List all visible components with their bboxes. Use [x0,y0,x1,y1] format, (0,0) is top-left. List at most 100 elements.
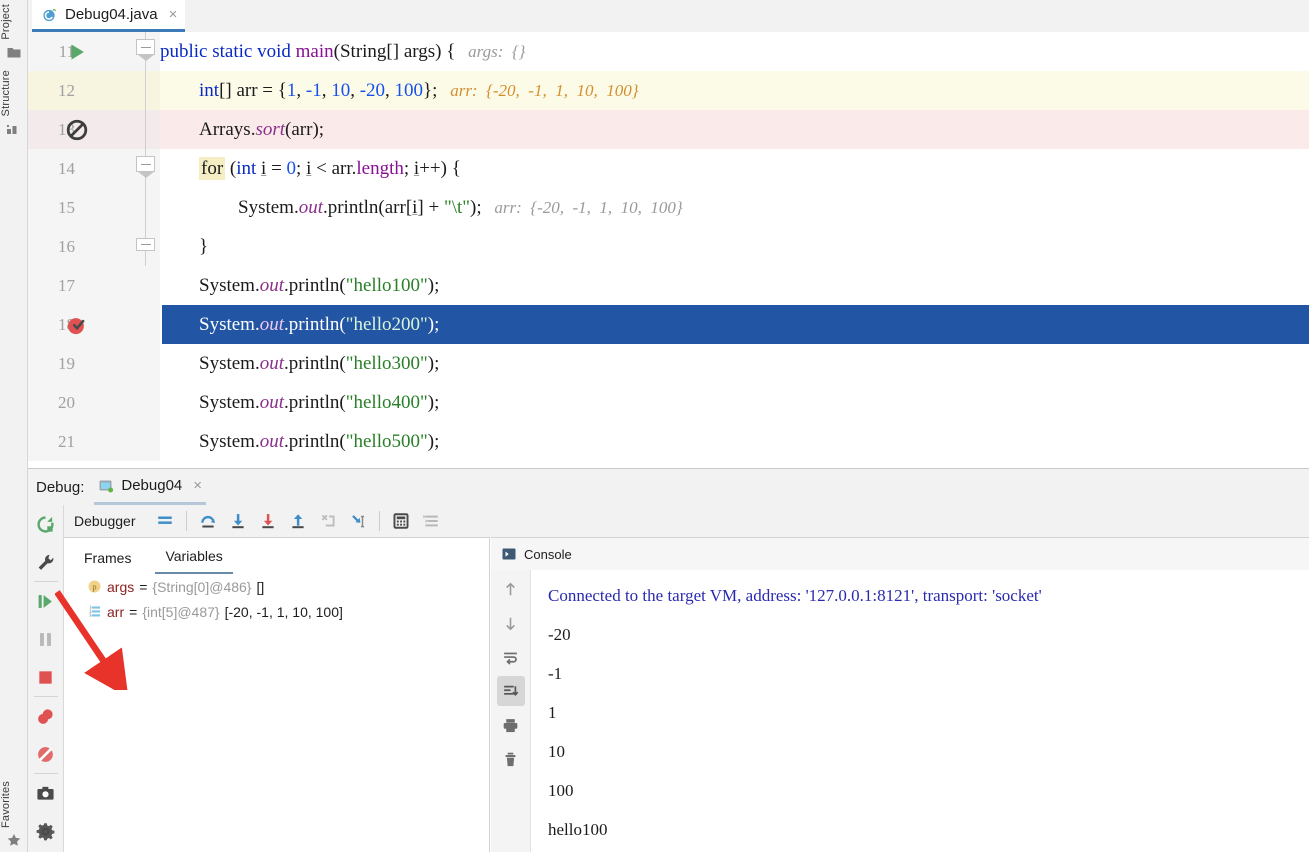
editor-gutter[interactable]: 15 [28,188,131,227]
drop-frame-icon [321,514,335,527]
code-token: }; [423,80,438,101]
editor-gutter[interactable]: 19 [28,344,131,383]
fold-column[interactable] [131,149,160,188]
console-line: hello100 [548,820,608,839]
print-button[interactable] [497,710,525,740]
fold-column[interactable] [131,266,160,305]
close-icon[interactable]: × [169,6,178,23]
breakpoint-verified-icon[interactable] [66,314,88,336]
code-line[interactable]: 13 Arrays.sort(arr); [28,110,1309,149]
breakpoint-disabled-icon[interactable] [66,119,88,141]
code-line[interactable]: 12 int[] arr = {1, -1, 10, -20, 100}; arr… [28,71,1309,110]
code-line[interactable]: 21 System.out.println("hello500"); [28,422,1309,461]
code-line[interactable]: 17 System.out.println("hello100"); [28,266,1309,305]
code-token: System. [199,314,260,335]
view-breakpoints-button[interactable] [28,697,64,735]
variables-list[interactable]: p args = {String[0]@486}[] › 1 2 3 arr = {int[5]@4… [64,574,489,624]
stop-button[interactable] [28,658,64,696]
editor-tab-label: Debug04.java [65,6,158,23]
console-title: Console [524,546,572,562]
editor-gutter[interactable]: 17 [28,266,131,305]
editor-gutter[interactable]: 18 [28,305,131,344]
star-icon [6,832,22,848]
rerun-button[interactable] [28,505,64,543]
rail-item-project[interactable]: Project [0,4,28,60]
variables-pane: Frames Variables p args = {String[0]@486}[] ›… [64,537,490,852]
debug-session-tab[interactable]: Debug04 × [94,469,207,505]
code-line[interactable]: 15 System.out.println(arr[i] + "\t"); arr… [28,188,1309,227]
pause-button[interactable] [28,620,64,658]
variable-row[interactable]: p args = {String[0]@486}[] [64,574,489,599]
svg-text:3: 3 [89,613,91,618]
rail-item-favorites[interactable]: Favorites [0,781,28,848]
editor-gutter[interactable]: 13 [28,110,131,149]
step-into-button[interactable] [223,506,253,536]
editor-gutter[interactable]: 14 [28,149,131,188]
scroll-to-end-button[interactable] [496,676,525,706]
resume-button[interactable] [28,582,64,620]
layout-settings-button[interactable] [28,812,64,850]
editor-gutter[interactable]: 20 [28,383,131,422]
settings-button[interactable] [28,543,64,581]
settings-button[interactable] [416,506,446,536]
code-token: static [212,41,258,62]
fold-collapse-icon[interactable] [136,156,155,178]
pause-icon [40,632,51,646]
code-line[interactable]: 18 System.out.println("hello200"); [28,305,1309,344]
inline-debug-hint: arr: {-20, -1, 1, 10, 100} [481,198,683,217]
code-line[interactable]: 19 System.out.println("hello300"); [28,344,1309,383]
run-to-cursor-button[interactable] [343,506,373,536]
step-out-icon [291,514,304,529]
drop-frame-button[interactable] [313,506,343,536]
fold-column[interactable] [131,344,160,383]
clear-all-button[interactable] [497,744,525,774]
fold-column[interactable] [131,110,160,149]
fold-collapse-icon[interactable] [136,39,155,61]
console-output: Connected to the target VM, address: '12… [532,570,1309,852]
console-line[interactable]: Connected to the target VM, address: '12… [548,576,1309,615]
code-token: , [385,80,395,101]
mute-breakpoints-button[interactable] [28,735,64,773]
evaluate-expression-button[interactable] [386,506,416,536]
code-text: System.out.println("hello500"); [199,422,439,461]
close-icon[interactable]: × [193,477,202,494]
show-execution-point-button[interactable] [150,506,180,536]
code-editor[interactable]: 11 public static void main(String[] args)… [28,32,1309,468]
editor-gutter[interactable]: 21 [28,422,131,461]
rail-item-structure[interactable]: Structure [0,70,28,136]
step-over-button[interactable] [193,506,223,536]
soft-wrap-button[interactable] [497,642,525,672]
screenshot-button[interactable] [28,774,64,812]
chevron-right-icon[interactable]: › [70,604,82,619]
editor-tab-debug04[interactable]: Debug04.java × [32,0,186,32]
console-pane: Console Connected to the target VM, addr… [491,537,1309,852]
editor-gutter[interactable]: 12 [28,71,131,110]
code-line[interactable]: 20 System.out.println("hello400"); [28,383,1309,422]
code-token: "hello400" [345,392,428,413]
fold-column[interactable] [131,227,160,266]
step-out-button[interactable] [283,506,313,536]
editor-gutter[interactable]: 16 [28,227,131,266]
code-line[interactable]: 16} [28,227,1309,266]
fold-column[interactable] [131,32,160,71]
run-play-icon[interactable] [66,41,88,63]
code-text: public static void main(String[] args) {… [160,32,525,71]
fold-column[interactable] [131,422,160,461]
force-step-into-button[interactable] [253,506,283,536]
fold-column[interactable] [131,383,160,422]
fold-column[interactable] [131,305,160,344]
tab-frames[interactable]: Frames [74,550,141,574]
variable-value: [-20, -1, 1, 10, 100] [224,603,343,620]
code-line[interactable]: 14 for (int i = 0; i < arr.length; i++) { [28,149,1309,188]
fold-column[interactable] [131,71,160,110]
code-text: for (int i = 0; i < arr.length; i++) { [199,149,461,188]
fold-column[interactable] [131,188,160,227]
scroll-up-button[interactable] [497,574,525,604]
variable-row[interactable]: › 1 2 3 arr = {int[5]@487} [-20, -1, 1, 10, 100… [64,599,489,624]
line-background [28,227,1309,266]
fold-end-icon[interactable] [136,238,155,251]
tab-variables[interactable]: Variables [155,548,233,574]
editor-gutter[interactable]: 11 [28,32,131,71]
code-line[interactable]: 11 public static void main(String[] args)… [28,32,1309,71]
scroll-down-button[interactable] [497,608,525,638]
